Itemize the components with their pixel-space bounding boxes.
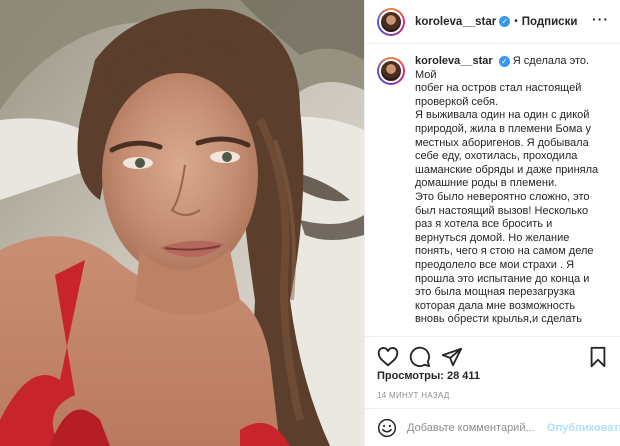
caption-line: домашние роды в племени. (415, 177, 558, 190)
caption-text: koroleva__star ✓ Я сделала это. Мой побе… (415, 55, 609, 327)
avatar[interactable] (377, 7, 405, 36)
heart-icon[interactable] (377, 346, 399, 368)
caption-line: это была мощная перезагрузка (415, 286, 576, 299)
caption: koroleva__star ✓ Я сделала это. Мой побе… (377, 55, 609, 327)
caption-line: вернуться домой. Но желание (415, 231, 570, 244)
separator-dot: • (514, 16, 518, 27)
verified-badge-icon: ✓ (499, 16, 511, 27)
post-photo[interactable] (0, 0, 364, 446)
more-options-button[interactable]: ··· (592, 12, 609, 26)
caption-username[interactable]: koroleva__star (415, 55, 493, 67)
username-link[interactable]: koroleva__star (415, 16, 496, 28)
caption-line: которая дала мне возможность (415, 299, 576, 312)
caption-line: шаманские обряды и даже приняла (415, 163, 599, 176)
caption-verified-badge-icon: ✓ (498, 56, 510, 67)
caption-line: местных аборигенов. Я добывала (415, 136, 589, 149)
caption-scroll[interactable]: koroleva__star ✓ Я сделала это. Мой побе… (365, 55, 620, 336)
following-button[interactable]: Подписки (522, 16, 578, 28)
caption-line: Это было невероятно сложно, это (415, 190, 590, 203)
post-panel: koroleva__star ✓ • Подписки ··· koroleva… (364, 0, 620, 446)
caption-avatar[interactable] (377, 57, 405, 85)
comment-input[interactable] (407, 421, 547, 434)
comment-bar: Опубликовать (365, 408, 620, 446)
caption-line: побег на остров стал настоящей (415, 82, 582, 95)
smiley-icon[interactable] (377, 418, 397, 438)
caption-line: понять, чего я стою на самом деле (415, 245, 594, 258)
selfie-image (0, 0, 364, 446)
caption-line: прошла это испытание до конца и (415, 272, 590, 285)
views-count[interactable]: Просмотры: 28 411 (377, 370, 480, 382)
paper-plane-icon[interactable] (441, 346, 463, 368)
caption-line: проверкой себя. (415, 95, 498, 108)
timestamp[interactable]: 14 минут назад (377, 391, 450, 400)
caption-line: себе еду, охотилась, проходила (415, 150, 578, 163)
caption-line: вновь обрести крылья,и сделать (415, 313, 582, 326)
caption-line: природой, жила в племени Бома у (415, 122, 592, 135)
caption-first-line: koroleva__star ✓ Я сделала это. Мой (415, 55, 609, 82)
post-comment-button[interactable]: Опубликовать (547, 422, 620, 434)
caption-line: был настоящий вызов! Несколько (415, 204, 589, 217)
caption-line: раз я хотела все бросить и (415, 218, 553, 231)
caption-line: преодолело все мои страхи . Я (415, 258, 575, 271)
post-header: koroleva__star ✓ • Подписки ··· (365, 0, 620, 44)
bookmark-icon[interactable] (587, 346, 609, 368)
comment-icon[interactable] (409, 346, 431, 368)
caption-line: Я выживала один на один с дикой (415, 109, 590, 122)
